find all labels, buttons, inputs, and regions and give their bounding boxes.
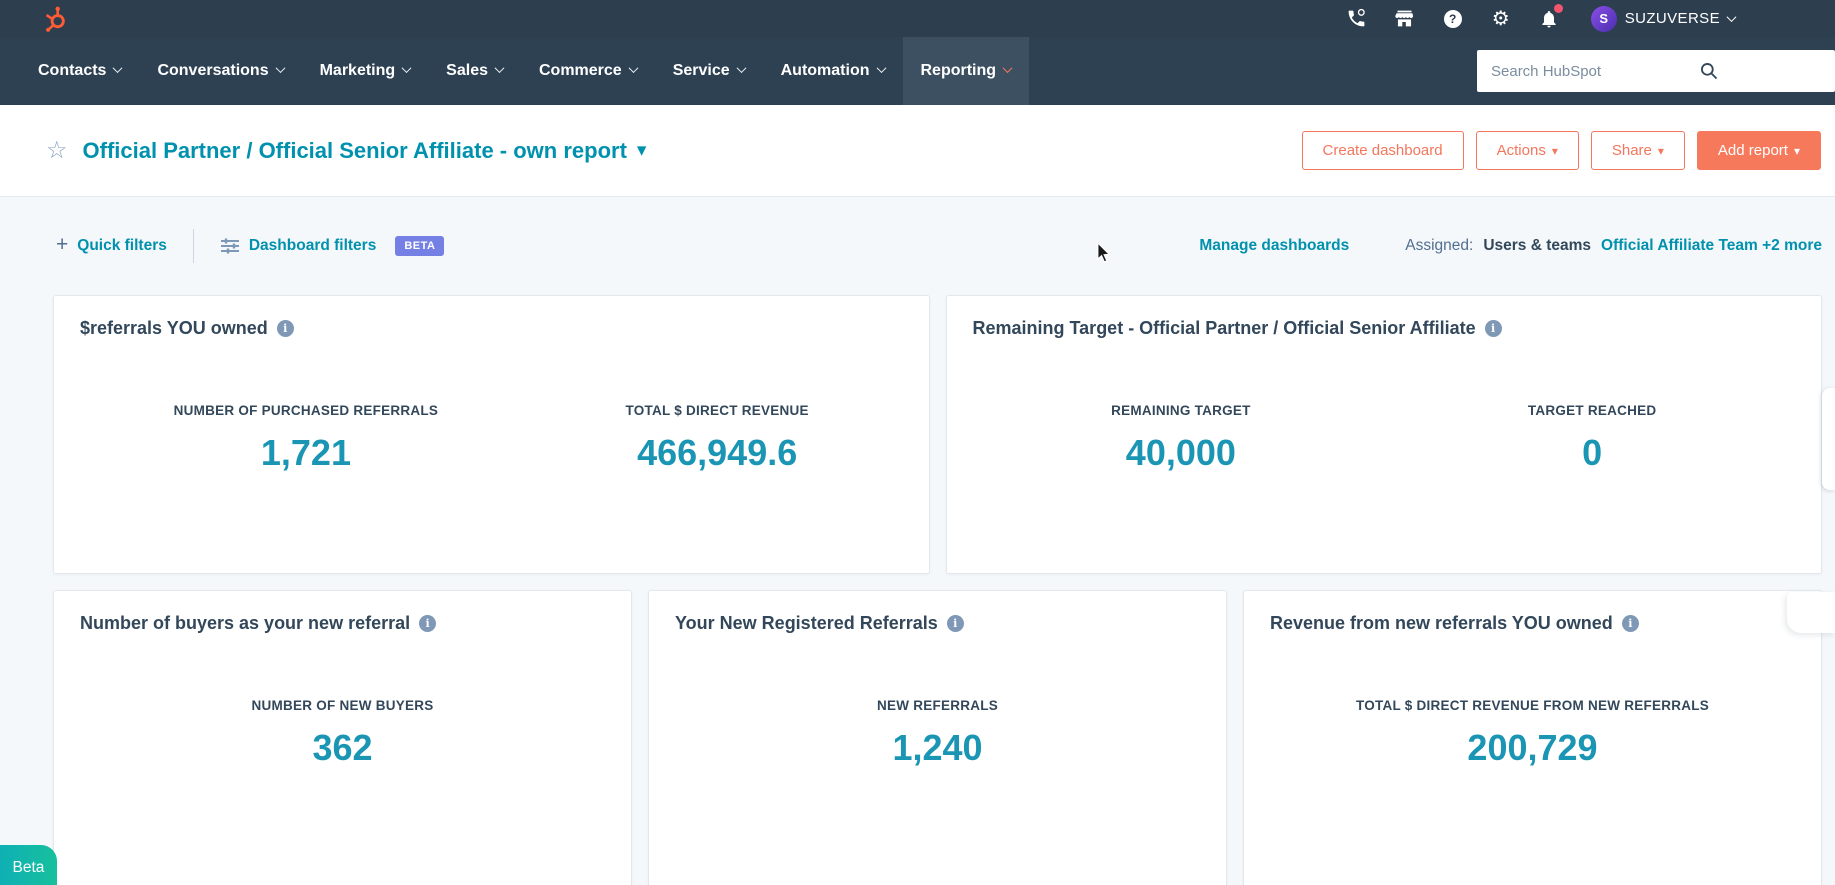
settings-icon[interactable]: ⚙ xyxy=(1489,7,1513,31)
chevron-down-icon xyxy=(1727,12,1737,22)
metric-value: 362 xyxy=(251,727,433,769)
top-utility-bar: ? ⚙ S SUZUVERSE xyxy=(0,0,1835,37)
create-dashboard-button[interactable]: Create dashboard xyxy=(1302,131,1464,170)
page-title: Official Partner / Official Senior Affil… xyxy=(83,138,627,164)
sliders-icon xyxy=(220,237,240,255)
page-header: ☆ Official Partner / Official Senior Aff… xyxy=(0,105,1835,197)
metric: TARGET REACHED 0 xyxy=(1528,403,1657,474)
dashboard-filters-button[interactable]: Dashboard filters BETA xyxy=(220,236,445,256)
metric-value: 1,721 xyxy=(174,432,439,474)
divider xyxy=(193,229,194,263)
manage-dashboards-link[interactable]: Manage dashboards xyxy=(1199,237,1349,255)
report-row-2: Number of buyers as your new referral i … xyxy=(53,590,1822,885)
nav-item-service[interactable]: Service xyxy=(655,37,763,105)
report-card-referrals-owned: $referrals YOU owned i NUMBER OF PURCHAS… xyxy=(53,295,930,574)
info-icon[interactable]: i xyxy=(277,320,294,337)
metric-value: 0 xyxy=(1528,432,1657,474)
metric-value: 1,240 xyxy=(877,727,998,769)
phone-icon[interactable] xyxy=(1345,7,1369,31)
info-icon[interactable]: i xyxy=(1485,320,1502,337)
nav-item-contacts[interactable]: Contacts xyxy=(20,37,139,105)
assigned-type: Users & teams xyxy=(1483,237,1591,255)
right-floating-widget[interactable] xyxy=(1787,592,1835,633)
metric: REMAINING TARGET 40,000 xyxy=(1111,403,1251,474)
share-button[interactable]: Share▾ xyxy=(1591,131,1685,170)
account-menu[interactable]: S SUZUVERSE xyxy=(1591,6,1735,32)
chevron-down-icon xyxy=(113,63,123,73)
chevron-down-icon xyxy=(275,63,285,73)
assigned-label: Assigned: xyxy=(1405,237,1473,255)
nav-item-reporting[interactable]: Reporting xyxy=(903,37,1030,105)
chevron-down-icon xyxy=(628,63,638,73)
primary-nav: Contacts Conversations Marketing Sales C… xyxy=(0,37,1835,105)
nav-item-sales[interactable]: Sales xyxy=(428,37,521,105)
metric-value: 200,729 xyxy=(1356,727,1709,769)
report-card-remaining-target: Remaining Target - Official Partner / Of… xyxy=(946,295,1823,574)
assigned-team-link[interactable]: Official Affiliate Team +2 more xyxy=(1601,237,1822,255)
caret-down-icon: ▾ xyxy=(1794,144,1800,158)
metric: NUMBER OF PURCHASED REFERRALS 1,721 xyxy=(174,403,439,474)
search-input[interactable] xyxy=(1477,63,1727,80)
metric-value: 466,949.6 xyxy=(626,432,809,474)
report-row-1: $referrals YOU owned i NUMBER OF PURCHAS… xyxy=(53,295,1822,574)
add-report-button[interactable]: Add report▾ xyxy=(1697,131,1821,170)
card-title: $referrals YOU owned i xyxy=(80,318,903,339)
hubspot-logo[interactable] xyxy=(42,6,68,32)
global-search xyxy=(1477,50,1835,92)
caret-down-icon: ▾ xyxy=(1658,144,1664,158)
nav-item-conversations[interactable]: Conversations xyxy=(139,37,301,105)
metric: TOTAL $ DIRECT REVENUE FROM NEW REFERRAL… xyxy=(1356,698,1709,769)
plus-icon: + xyxy=(56,233,68,257)
nav-item-automation[interactable]: Automation xyxy=(763,37,903,105)
favorite-star-icon[interactable]: ☆ xyxy=(46,139,68,163)
metric: TOTAL $ DIRECT REVENUE 466,949.6 xyxy=(626,403,809,474)
card-title: Number of buyers as your new referral i xyxy=(80,613,605,634)
card-title: Your New Registered Referrals i xyxy=(675,613,1200,634)
right-edge-panel-handle[interactable] xyxy=(1822,388,1835,490)
account-avatar: S xyxy=(1591,6,1617,32)
actions-button[interactable]: Actions▾ xyxy=(1476,131,1579,170)
beta-feedback-tab[interactable]: Beta xyxy=(0,845,57,885)
chevron-down-icon xyxy=(402,63,412,73)
notification-dot xyxy=(1554,4,1563,13)
chevron-down-icon xyxy=(495,63,505,73)
nav-item-commerce[interactable]: Commerce xyxy=(521,37,655,105)
notifications-icon[interactable] xyxy=(1537,7,1561,31)
dashboard-switcher-caret-icon[interactable]: ▾ xyxy=(637,139,647,162)
info-icon[interactable]: i xyxy=(947,615,964,632)
nav-item-marketing[interactable]: Marketing xyxy=(302,37,429,105)
metric: NUMBER OF NEW BUYERS 362 xyxy=(251,698,433,769)
caret-down-icon: ▾ xyxy=(1552,144,1558,158)
metric-value: 40,000 xyxy=(1111,432,1251,474)
info-icon[interactable]: i xyxy=(419,615,436,632)
report-card-new-buyers: Number of buyers as your new referral i … xyxy=(53,590,632,885)
search-icon[interactable] xyxy=(1699,61,1719,86)
marketplace-icon[interactable] xyxy=(1393,7,1417,31)
chevron-down-icon xyxy=(876,63,886,73)
metric: NEW REFERRALS 1,240 xyxy=(877,698,998,769)
help-icon[interactable]: ? xyxy=(1441,7,1465,31)
report-card-revenue-new-referrals: Revenue from new referrals YOU owned i T… xyxy=(1243,590,1822,885)
card-title: Revenue from new referrals YOU owned i xyxy=(1270,613,1795,634)
filter-bar: + Quick filters Dashboard filters BETA M… xyxy=(56,227,1822,265)
report-card-new-registered-referrals: Your New Registered Referrals i NEW REFE… xyxy=(648,590,1227,885)
quick-filters-button[interactable]: + Quick filters xyxy=(56,235,167,257)
chevron-down-icon xyxy=(1003,63,1013,73)
beta-badge: BETA xyxy=(395,236,444,256)
info-icon[interactable]: i xyxy=(1622,615,1639,632)
card-title: Remaining Target - Official Partner / Of… xyxy=(973,318,1796,339)
chevron-down-icon xyxy=(736,63,746,73)
account-name: SUZUVERSE xyxy=(1625,10,1720,27)
